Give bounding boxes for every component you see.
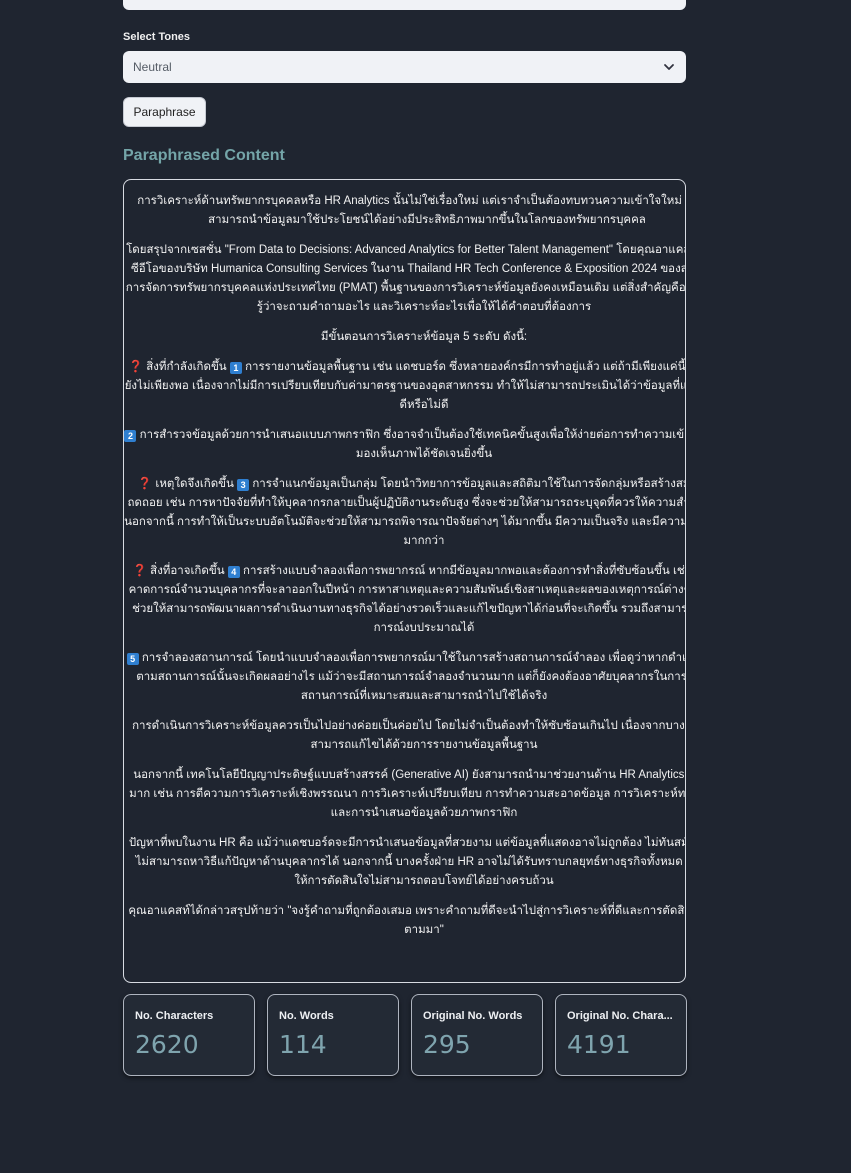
paragraph: 5 การจำลองสถานการณ์ โดยนำแบบจำลองเพื่อกา…: [124, 649, 686, 706]
paragraph: 2 การสำรวจข้อมูลด้วยการนำเสนอแบบภาพกราฟิ…: [124, 426, 686, 464]
paragraph: ปัญหาที่พบในงาน HR คือ แม้ว่าแดชบอร์ดจะม…: [128, 837, 686, 887]
keycap-2-icon: 2: [124, 430, 137, 442]
stat-card-original-characters: Original No. Chara... 4191: [555, 994, 687, 1076]
paragraph: ❓ สิ่งที่อาจเกิดขึ้น 4 การสร้างแบบจำลองเ…: [124, 562, 685, 638]
paraphrase-button[interactable]: Paraphrase: [123, 97, 206, 127]
paragraph: การดำเนินการวิเคราะห์ข้อมูลควรเป็นไปอย่า…: [132, 720, 686, 751]
paragraph: ❓ สิ่งที่กำลังเกิดขึ้น 1 การรายงานข้อมูล…: [124, 358, 685, 415]
paragraph: คุณอาแคสท์ได้กล่าวสรุปท้ายว่า "จงรู้คำถา…: [128, 905, 686, 936]
paragraph: ❓ เหตุใดจึงเกิดขึ้น 3 การจำแนกข้อมูลเป็น…: [124, 475, 685, 551]
stat-label: Original No. Words: [423, 1010, 523, 1022]
level-heading: สิ่งที่กำลังเกิดขึ้น: [146, 361, 227, 373]
paragraph: การวิเคราะห์ด้านทรัพยากรบุคคลหรือ HR Ana…: [137, 195, 686, 226]
stat-value: 295: [423, 1030, 471, 1059]
stat-value: 114: [279, 1030, 327, 1059]
level-heading: สิ่งที่อาจเกิดขึ้น: [150, 565, 225, 577]
keycap-4-icon: 4: [227, 566, 240, 578]
paraphrased-content-title: Paraphrased Content: [123, 147, 285, 164]
stat-label: Original No. Chara...: [567, 1010, 673, 1022]
tones-label: Select Tones: [123, 31, 191, 43]
keycap-5-icon: 5: [126, 653, 139, 665]
paraphrased-content-box: การวิเคราะห์ด้านทรัพยากรบุคคลหรือ HR Ana…: [123, 179, 686, 983]
paragraph: โดยสรุปจากเซสชั่น "From Data to Decision…: [125, 244, 686, 313]
stat-value: 4191: [567, 1030, 631, 1059]
level-text: การจำลองสถานการณ์ โดยนำแบบจำลองเพื่อการพ…: [136, 652, 686, 702]
tone-select-value: Neutral: [133, 60, 172, 74]
stat-card-original-words: Original No. Words 295: [411, 994, 543, 1076]
stat-label: No. Words: [279, 1010, 334, 1022]
text-input-area[interactable]: [123, 0, 686, 10]
paragraph: มีขั้นตอนการวิเคราะห์ข้อมูล 5 ระดับ ดังน…: [320, 331, 528, 343]
level-text: การสำรวจข้อมูลด้วยการนำเสนอแบบภาพกราฟิก …: [139, 429, 686, 460]
question-mark-icon: ❓: [128, 361, 144, 373]
keycap-1-icon: 1: [229, 362, 242, 374]
chevron-down-icon: [664, 64, 674, 70]
level-heading: เหตุใดจึงเกิดขึ้น: [155, 478, 234, 490]
stat-label: No. Characters: [135, 1010, 214, 1022]
keycap-3-icon: 3: [237, 479, 250, 491]
paragraph: นอกจากนี้ เทคโนโลยีปัญญาประดิษฐ์แบบสร้าง…: [129, 769, 686, 819]
tone-select[interactable]: Neutral: [123, 51, 686, 83]
question-mark-icon: ❓: [132, 565, 147, 577]
stat-value: 2620: [135, 1030, 199, 1059]
stat-card-characters: No. Characters 2620: [123, 994, 255, 1076]
stat-card-words: No. Words 114: [267, 994, 399, 1076]
question-mark-icon: ❓: [137, 478, 153, 490]
